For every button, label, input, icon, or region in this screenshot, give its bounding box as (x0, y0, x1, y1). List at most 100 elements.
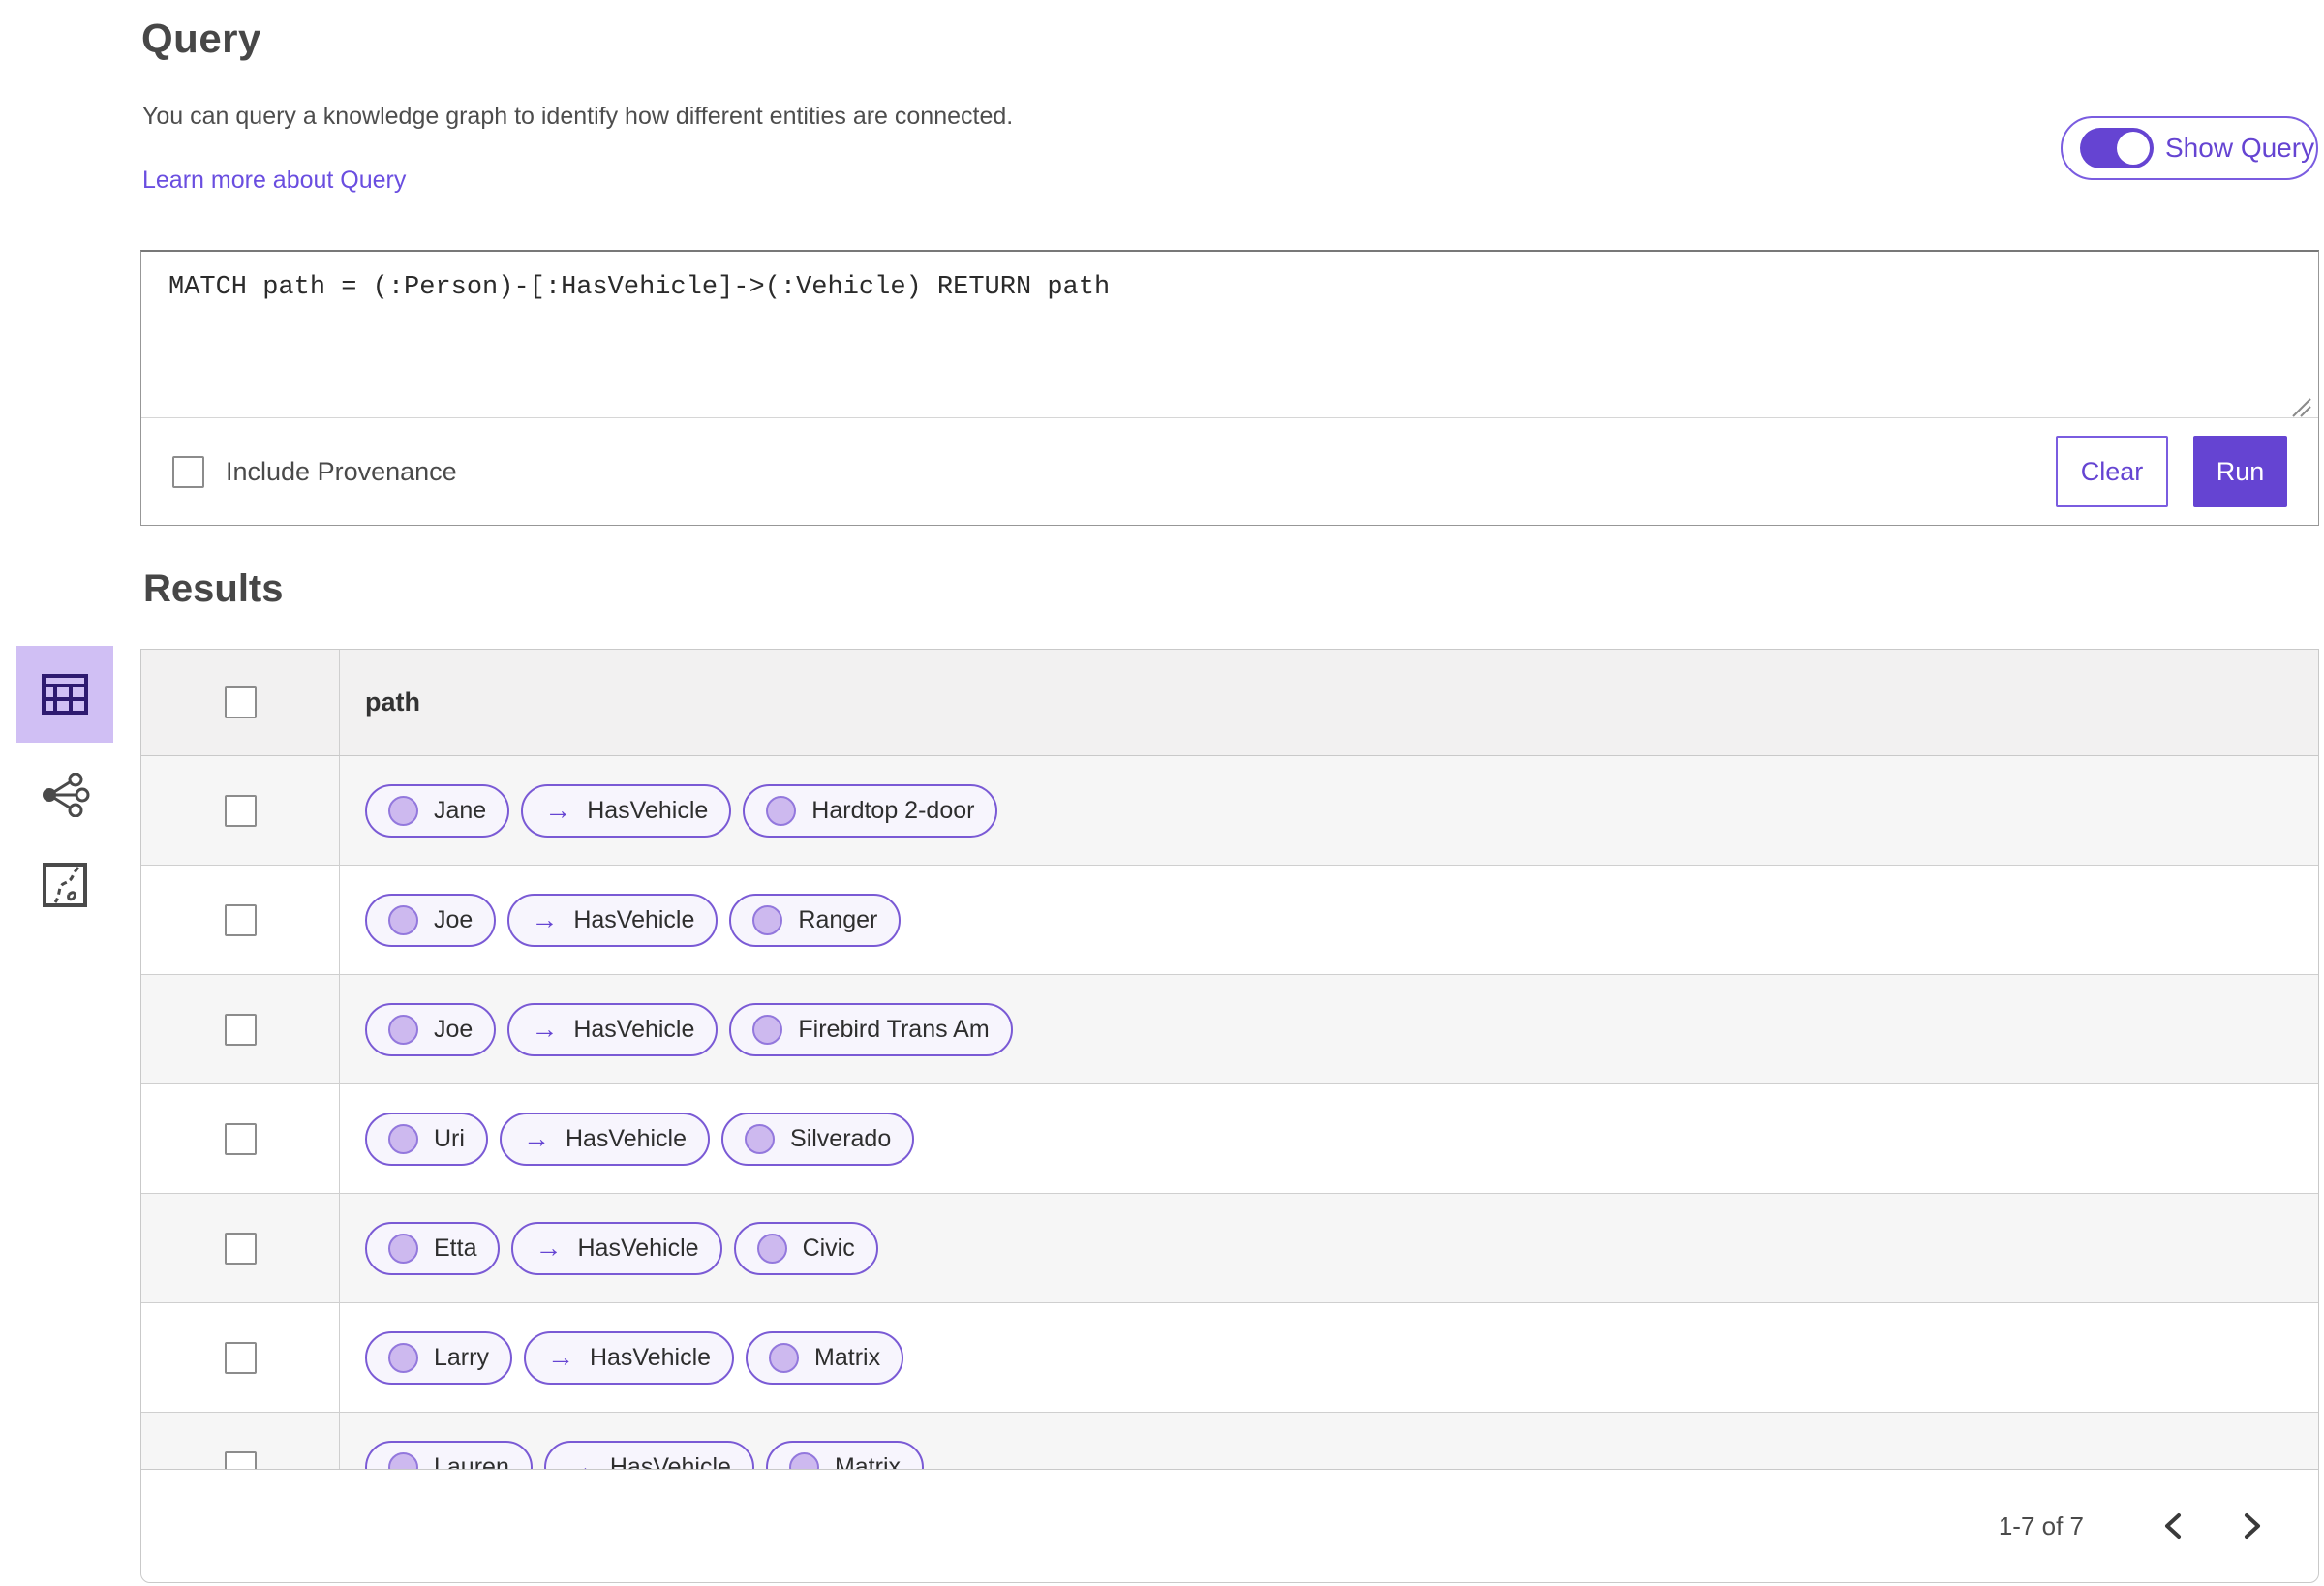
include-provenance-checkbox[interactable] (172, 455, 204, 488)
next-page-button[interactable] (2233, 1507, 2272, 1545)
header-checkbox-cell (141, 650, 340, 755)
entity-chip[interactable]: Etta (365, 1221, 501, 1275)
relation-chip-label: HasVehicle (573, 905, 695, 933)
relation-chip[interactable]: → HasVehicle (499, 1112, 711, 1166)
show-query-toggle[interactable]: Show Query (2061, 116, 2318, 180)
row-path-cell: Joe → HasVehicle Ranger (340, 866, 2318, 974)
entity-node-icon (388, 1342, 418, 1373)
view-mode-map-button[interactable] (28, 848, 102, 922)
entity-node-icon (752, 1014, 783, 1045)
row-path-cell: Joe → HasVehicle Firebird Trans Am (340, 975, 2318, 1083)
entity-node-icon (752, 904, 783, 935)
entity-chip[interactable]: Hardtop 2-door (743, 783, 998, 838)
path-chips: Uri → HasVehicle Silverado (365, 1112, 915, 1166)
entity-chip-label: Larry (434, 1343, 489, 1371)
table-row: Etta → HasVehicle Civic (141, 1194, 2318, 1303)
link-chart-view-icon (43, 773, 90, 817)
row-checkbox-cell (141, 975, 340, 1083)
table-row: Joe → HasVehicle Ranger (141, 866, 2318, 975)
entity-chip[interactable]: Civic (733, 1221, 878, 1275)
entity-chip[interactable]: Ranger (729, 893, 902, 947)
show-query-label: Show Query (2165, 133, 2315, 163)
table-row: Larry → HasVehicle Matrix (141, 1303, 2318, 1413)
path-column-header: path (365, 687, 420, 717)
entity-chip[interactable]: Larry (365, 1330, 512, 1385)
entity-chip[interactable]: Silverado (721, 1112, 915, 1166)
previous-page-button[interactable] (2154, 1507, 2192, 1545)
row-path-cell: Uri → HasVehicle Silverado (340, 1084, 2318, 1193)
query-panel: MATCH path = (:Person)-[:HasVehicle]->(:… (140, 250, 2319, 526)
row-checkbox-cell (141, 756, 340, 865)
path-chips: Larry → HasVehicle Matrix (365, 1330, 904, 1385)
arrow-right-icon: → (546, 1342, 574, 1372)
row-checkbox-cell (141, 1194, 340, 1302)
chevron-right-icon (2245, 1513, 2260, 1539)
entity-node-icon (388, 1123, 418, 1154)
relation-chip-label: HasVehicle (587, 796, 709, 824)
entity-node-icon (766, 795, 797, 826)
pagination-range: 1-7 of 7 (1998, 1510, 2084, 1540)
relation-chip[interactable]: → HasVehicle (511, 1221, 722, 1275)
arrow-right-icon: → (535, 1233, 563, 1263)
relation-chip[interactable]: → HasVehicle (507, 1002, 719, 1056)
results-table: path Jane → HasVehicle Hardtop 2-door Joe → Ha… (140, 649, 2319, 1583)
entity-chip-label: Silverado (790, 1124, 892, 1152)
entity-chip-label: Joe (434, 905, 474, 933)
table-row: Jane → HasVehicle Hardtop 2-door (141, 756, 2318, 866)
row-checkbox[interactable] (224, 1122, 257, 1155)
learn-more-link[interactable]: Learn more about Query (142, 167, 406, 195)
view-mode-table-button[interactable] (16, 646, 113, 743)
entity-node-icon (756, 1233, 787, 1264)
resize-handle-icon[interactable] (2287, 393, 2312, 418)
entity-node-icon (745, 1123, 776, 1154)
row-checkbox[interactable] (224, 794, 257, 827)
row-checkbox-cell (141, 1303, 340, 1412)
toggle-switch-icon[interactable] (2080, 128, 2154, 168)
row-checkbox[interactable] (224, 1232, 257, 1265)
row-checkbox[interactable] (224, 903, 257, 936)
arrow-right-icon: → (522, 1123, 550, 1153)
entity-node-icon (388, 904, 418, 935)
entity-chip-label: Civic (802, 1234, 855, 1262)
entity-chip[interactable]: Jane (365, 783, 510, 838)
header-path-cell: path (340, 650, 2318, 755)
relation-chip-label: HasVehicle (589, 1343, 712, 1371)
table-header-row: path (141, 650, 2318, 756)
entity-node-icon (769, 1342, 800, 1373)
table-row: Uri → HasVehicle Silverado (141, 1084, 2318, 1194)
entity-chip[interactable]: Matrix (746, 1330, 904, 1385)
entity-chip[interactable]: Joe (365, 893, 497, 947)
entity-chip-label: Hardtop 2-door (811, 796, 975, 824)
row-checkbox[interactable] (224, 1341, 257, 1374)
page-title: Query (141, 15, 261, 61)
entity-chip-label: Firebird Trans Am (798, 1015, 990, 1043)
relation-chip[interactable]: → HasVehicle (523, 1330, 735, 1385)
entity-chip-label: Jane (434, 796, 487, 824)
relation-chip[interactable]: → HasVehicle (507, 893, 719, 947)
relation-chip[interactable]: → HasVehicle (521, 783, 732, 838)
row-checkbox-cell (141, 866, 340, 974)
pagination-bar: 1-7 of 7 (141, 1469, 2318, 1582)
entity-chip[interactable]: Firebird Trans Am (729, 1002, 1013, 1056)
entity-chip-label: Etta (434, 1234, 477, 1262)
relation-chip-label: HasVehicle (577, 1234, 699, 1262)
entity-chip-label: Uri (434, 1124, 465, 1152)
relation-chip-label: HasVehicle (573, 1015, 695, 1043)
arrow-right-icon: → (531, 904, 559, 934)
path-chips: Etta → HasVehicle Civic (365, 1221, 878, 1275)
results-title: Results (143, 567, 284, 610)
row-checkbox[interactable] (224, 1013, 257, 1046)
entity-node-icon (388, 795, 418, 826)
entity-chip[interactable]: Joe (365, 1002, 497, 1056)
view-mode-link-chart-button[interactable] (28, 758, 102, 832)
chevron-left-icon (2165, 1513, 2181, 1539)
clear-button[interactable]: Clear (2056, 436, 2168, 507)
row-path-cell: Larry → HasVehicle Matrix (340, 1303, 2318, 1412)
entity-chip[interactable]: Uri (365, 1112, 488, 1166)
entity-node-icon (388, 1014, 418, 1045)
select-all-checkbox[interactable] (224, 686, 257, 718)
run-button[interactable]: Run (2193, 436, 2287, 507)
query-textarea[interactable]: MATCH path = (:Person)-[:HasVehicle]->(:… (141, 252, 2318, 419)
map-view-icon (43, 863, 87, 907)
row-path-cell: Etta → HasVehicle Civic (340, 1194, 2318, 1302)
